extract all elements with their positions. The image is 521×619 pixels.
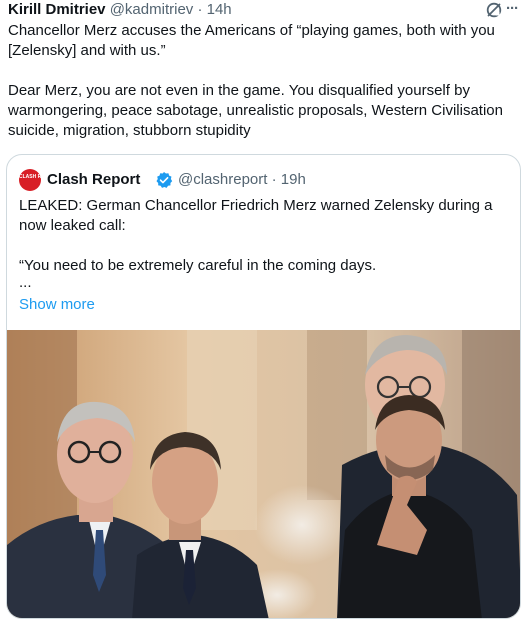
author-name[interactable]: Kirill Dmitriev [8, 1, 106, 18]
tweet-line: Dear Merz, you are not even in the game.… [8, 82, 470, 99]
tweet-header: Kirill Dmitriev @kadmitriev · 14h [8, 0, 513, 20]
author-handle[interactable]: @kadmitriev [110, 1, 194, 18]
tweet-line: suicide, migration, stubborn stupidity [8, 122, 251, 139]
quote-paragraph: LEAKED: German Chancellor Friedrich Merz… [19, 196, 509, 236]
verified-badge-icon [156, 171, 173, 188]
quote-line: LEAKED: German Chancellor Friedrich Merz… [19, 197, 493, 214]
quote-time[interactable]: 19h [281, 171, 306, 188]
tweet-text: Chancellor Merz accuses the Americans of… [8, 21, 518, 141]
meta-separator: · [267, 171, 281, 188]
quote-ellipsis: ... [19, 274, 32, 291]
tweet-time[interactable]: 14h [207, 1, 232, 18]
quote-line: “You need to be extremely careful in the… [19, 257, 377, 274]
tweet-line: warmongering, peace sabotage, unrealisti… [8, 102, 503, 119]
grok-icon[interactable] [485, 1, 503, 19]
avatar-text: CLASH REPORT [19, 174, 41, 180]
quote-paragraph: “You need to be extremely careful in the… [19, 256, 509, 276]
quote-header: CLASH REPORT Clash Report @clashreport ·… [19, 168, 499, 192]
quote-meta: @clashreport · 19h [178, 168, 306, 192]
photo-illustration [7, 330, 520, 618]
meta-separator: · [193, 1, 207, 18]
quote-text: LEAKED: German Chancellor Friedrich Merz… [19, 196, 509, 276]
tweet-paragraph: Dear Merz, you are not even in the game.… [8, 81, 518, 141]
quote-line: now leaked call: [19, 217, 126, 234]
quote-author-name[interactable]: Clash Report [47, 168, 140, 192]
tweet-line: Chancellor Merz accuses the Americans of… [8, 22, 495, 39]
quote-author-handle[interactable]: @clashreport [178, 171, 267, 188]
photo-of-four-leaders[interactable] [7, 330, 520, 618]
tweet-line: [Zelensky] and with us.” [8, 42, 166, 59]
avatar[interactable]: CLASH REPORT [19, 169, 41, 191]
more-options-icon[interactable]: ··· [503, 1, 521, 19]
tweet-paragraph: Chancellor Merz accuses the Americans of… [8, 21, 518, 61]
quoted-tweet-card[interactable]: CLASH REPORT Clash Report @clashreport ·… [6, 154, 521, 619]
show-more-link[interactable]: Show more [19, 295, 95, 315]
